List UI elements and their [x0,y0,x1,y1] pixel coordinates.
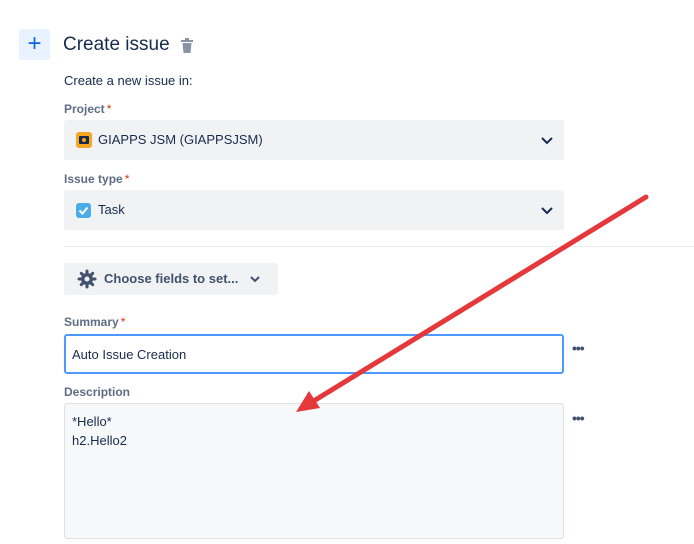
project-select[interactable]: GIAPPS JSM (GIAPPSJSM) [64,120,564,160]
project-value: GIAPPS JSM (GIAPPSJSM) [98,132,263,147]
summary-input[interactable]: Auto Issue Creation [64,334,564,374]
issue-type-select[interactable]: Task [64,190,564,230]
description-more-icon[interactable]: ••• [572,410,585,426]
chevron-down-icon [541,207,553,215]
choose-fields-button[interactable]: Choose fields to set... [64,263,278,295]
plus-icon: + [27,30,42,57]
gear-icon [77,269,97,289]
summary-label: Summary * [64,315,126,329]
chevron-down-icon [541,137,553,145]
divider [64,246,694,247]
description-line: h2.Hello2 [72,433,127,448]
issue-type-value: Task [98,202,125,217]
description-line: *Hello* [72,414,112,429]
page-title: Create issue [63,34,170,55]
summary-value: Auto Issue Creation [72,347,187,362]
issue-type-label: Issue type * [64,172,130,186]
project-label: Project * [64,102,112,116]
create-subtitle: Create a new issue in: [64,73,193,88]
project-icon [76,132,92,148]
choose-fields-label: Choose fields to set... [104,271,239,286]
chevron-down-icon [250,276,260,283]
description-textarea[interactable]: *Hello* h2.Hello2 [64,403,564,539]
add-button[interactable]: + [19,29,50,60]
description-label: Description [64,385,131,399]
trash-icon[interactable] [180,38,194,54]
task-checkbox-icon [76,203,91,218]
summary-more-icon[interactable]: ••• [572,340,585,356]
